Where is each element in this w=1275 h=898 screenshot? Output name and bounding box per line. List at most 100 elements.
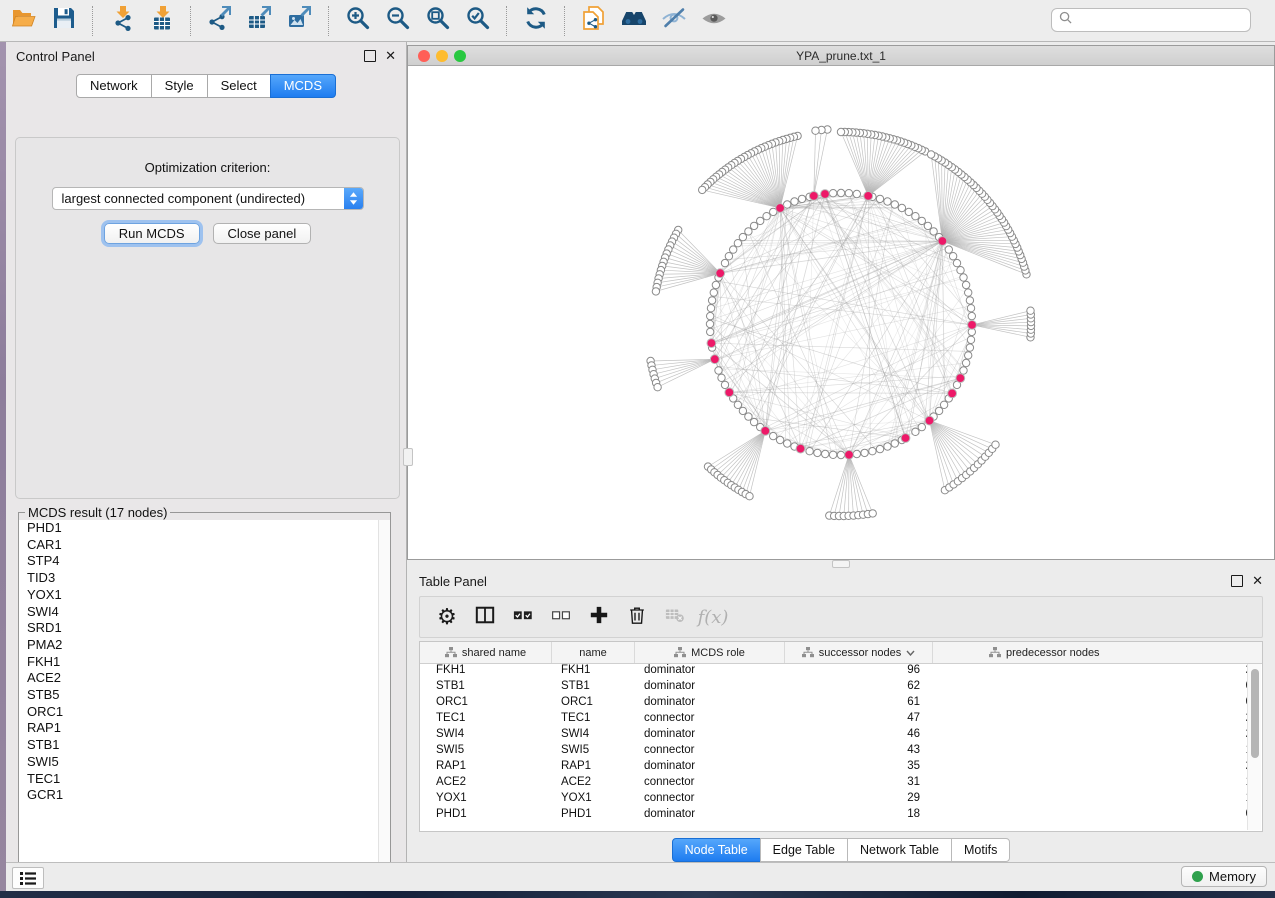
table-row[interactable]: FKH1FKH1dominator962 (420, 664, 1262, 680)
float-panel-icon[interactable] (364, 50, 376, 62)
tab-node-table[interactable]: Node Table (672, 838, 761, 862)
delete-column-button[interactable] (618, 600, 656, 634)
table-scrollbar[interactable] (1247, 664, 1261, 830)
export-image-button[interactable] (280, 3, 320, 39)
network-node[interactable] (924, 222, 931, 229)
zoom-fit-button[interactable] (418, 3, 458, 39)
network-node[interactable] (829, 451, 836, 458)
mcds-hub-node[interactable] (948, 389, 957, 398)
network-node[interactable] (770, 432, 777, 439)
mcds-hub-node[interactable] (710, 355, 719, 364)
table-row[interactable]: YOX1YOX1connector291 (420, 792, 1262, 808)
network-node[interactable] (750, 418, 757, 425)
mcds-result-item[interactable]: YOX1 (19, 587, 390, 604)
table-scrollbar-thumb[interactable] (1251, 669, 1259, 758)
network-node[interactable] (745, 228, 752, 235)
mcds-hub-node[interactable] (725, 388, 734, 397)
network-node[interactable] (945, 246, 952, 253)
column-header-name[interactable]: name (552, 642, 635, 663)
network-node[interactable] (730, 246, 737, 253)
mcds-result-item[interactable]: STB5 (19, 687, 390, 704)
network-node[interactable] (721, 259, 728, 266)
network-node[interactable] (876, 195, 883, 202)
search-input[interactable] (1077, 12, 1250, 28)
network-node[interactable] (708, 297, 715, 304)
mcds-hub-node[interactable] (956, 374, 965, 383)
network-node[interactable] (1027, 307, 1034, 314)
network-node[interactable] (845, 190, 852, 197)
network-node[interactable] (746, 493, 753, 500)
network-node[interactable] (949, 253, 956, 260)
network-node[interactable] (853, 450, 860, 457)
zoom-in-button[interactable] (338, 3, 378, 39)
table-row[interactable]: SWI4SWI4dominator462 (420, 728, 1262, 744)
network-node[interactable] (707, 305, 714, 312)
tab-network-table[interactable]: Network Table (847, 838, 952, 862)
network-node[interactable] (699, 186, 706, 193)
network-node[interactable] (940, 401, 947, 408)
network-node[interactable] (837, 128, 844, 135)
mcds-result-item[interactable]: STB1 (19, 737, 390, 754)
network-node[interactable] (734, 401, 741, 408)
network-node[interactable] (739, 233, 746, 240)
export-table-button[interactable] (240, 3, 280, 39)
tab-select[interactable]: Select (207, 74, 271, 98)
network-canvas[interactable] (408, 66, 1274, 559)
network-node[interactable] (966, 344, 973, 351)
mcds-result-item[interactable]: TID3 (19, 570, 390, 587)
memory-button[interactable]: Memory (1181, 866, 1267, 887)
tab-style[interactable]: Style (151, 74, 208, 98)
network-node[interactable] (814, 449, 821, 456)
network-node[interactable] (715, 367, 722, 374)
network-node[interactable] (776, 436, 783, 443)
mcds-hub-node[interactable] (901, 434, 910, 443)
network-node[interactable] (869, 448, 876, 455)
network-node[interactable] (930, 228, 937, 235)
select-all-button[interactable] (504, 600, 542, 634)
window-close-icon[interactable] (418, 50, 430, 62)
table-row[interactable]: ACE2ACE2connector311 (420, 776, 1262, 792)
table-row[interactable]: SWI5SWI5connector431 (420, 744, 1262, 760)
window-maximize-icon[interactable] (454, 50, 466, 62)
refresh-button[interactable] (516, 3, 556, 39)
export-network-button[interactable] (200, 3, 240, 39)
mcds-result-item[interactable]: CAR1 (19, 537, 390, 554)
network-node[interactable] (837, 451, 844, 458)
table-row[interactable]: RAP1RAP1dominator352 (420, 760, 1262, 776)
mcds-result-item[interactable]: PHD1 (19, 520, 390, 537)
network-node[interactable] (869, 510, 876, 517)
network-node[interactable] (837, 189, 844, 196)
network-node[interactable] (707, 328, 714, 335)
network-node[interactable] (706, 320, 713, 327)
tab-mcds[interactable]: MCDS (270, 74, 336, 98)
clone-network-button[interactable] (574, 3, 614, 39)
network-node[interactable] (876, 445, 883, 452)
task-history-button[interactable] (12, 867, 44, 889)
network-node[interactable] (957, 267, 964, 274)
horizontal-splitter-grip[interactable] (832, 560, 850, 568)
network-node[interactable] (861, 449, 868, 456)
table-row[interactable]: TEC1TEC1connector472 (420, 712, 1262, 728)
network-node[interactable] (891, 440, 898, 447)
network-node[interactable] (965, 289, 972, 296)
network-node[interactable] (898, 204, 905, 211)
column-header-predecessor-nodes[interactable]: predecessor nodes (933, 642, 1262, 663)
deselect-all-button[interactable] (542, 600, 580, 634)
tab-motifs[interactable]: Motifs (951, 838, 1010, 862)
mcds-hub-node[interactable] (925, 416, 934, 425)
network-node[interactable] (791, 198, 798, 205)
mcds-result-item[interactable]: STP4 (19, 553, 390, 570)
mcds-hub-node[interactable] (821, 190, 830, 199)
network-node[interactable] (806, 448, 813, 455)
run-mcds-button[interactable]: Run MCDS (104, 223, 200, 244)
network-node[interactable] (891, 201, 898, 208)
zoom-selected-button[interactable] (458, 3, 498, 39)
network-node[interactable] (912, 213, 919, 220)
network-node[interactable] (960, 274, 967, 281)
mcds-hub-node[interactable] (761, 427, 770, 436)
mcds-result-item[interactable]: RAP1 (19, 720, 390, 737)
column-header-shared-name[interactable]: shared name (420, 642, 552, 663)
table-row[interactable]: STB1STB1dominator620 (420, 680, 1262, 696)
column-header-successor-nodes[interactable]: successor nodes (785, 642, 933, 663)
mcds-hub-node[interactable] (845, 450, 854, 459)
